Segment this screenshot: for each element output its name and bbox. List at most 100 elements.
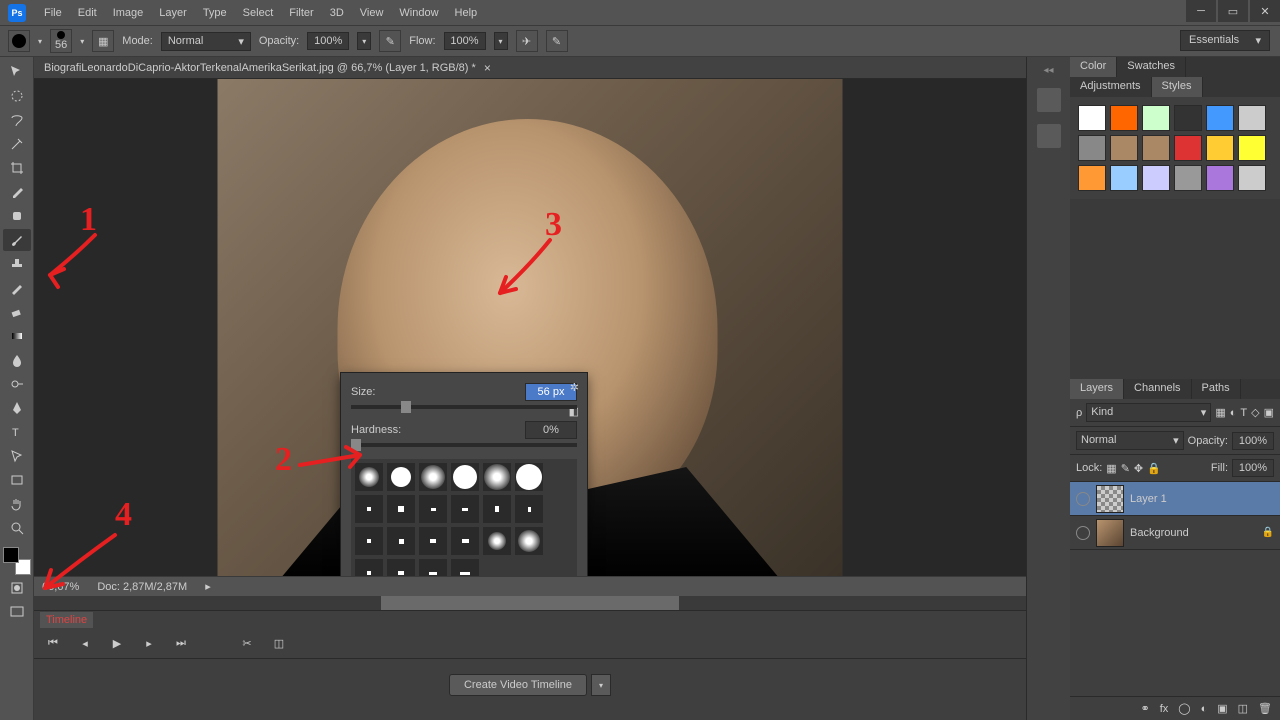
first-frame-button[interactable]: ⏮ — [44, 635, 62, 653]
adjustment-icon[interactable]: ◐ — [1201, 703, 1208, 715]
brush-tool[interactable] — [3, 229, 31, 251]
menu-edit[interactable]: Edit — [70, 3, 105, 23]
swatches-tab[interactable]: Swatches — [1117, 57, 1186, 77]
split-button[interactable]: ✂ — [238, 635, 256, 653]
style-swatch[interactable] — [1078, 135, 1106, 161]
style-swatch[interactable] — [1174, 105, 1202, 131]
filter-adjust-icon[interactable]: ◐ — [1230, 407, 1237, 419]
eraser-tool[interactable] — [3, 301, 31, 323]
gradient-tool[interactable] — [3, 325, 31, 347]
play-button[interactable]: ▶ — [108, 635, 126, 653]
style-swatch[interactable] — [1238, 135, 1266, 161]
menu-filter[interactable]: Filter — [281, 3, 321, 23]
layer-thumbnail[interactable] — [1096, 519, 1124, 547]
tool-preset-picker[interactable] — [8, 30, 30, 52]
healing-tool[interactable] — [3, 205, 31, 227]
next-frame-button[interactable]: ▸ — [140, 635, 158, 653]
brush-panel-toggle[interactable]: ▦ — [92, 30, 114, 52]
style-swatch[interactable] — [1206, 135, 1234, 161]
layers-tab[interactable]: Layers — [1070, 379, 1124, 399]
brush-preset[interactable] — [483, 527, 511, 555]
layer-name[interactable]: Layer 1 — [1130, 493, 1167, 505]
style-swatch[interactable] — [1142, 105, 1170, 131]
status-arrow-icon[interactable]: ▸ — [205, 580, 211, 593]
prev-frame-button[interactable]: ◂ — [76, 635, 94, 653]
close-tab-icon[interactable]: × — [484, 61, 491, 75]
lock-all-icon[interactable]: 🔒 — [1147, 462, 1161, 475]
menu-3d[interactable]: 3D — [322, 3, 352, 23]
brush-preset[interactable]: 25 — [419, 559, 447, 576]
link-layers-icon[interactable]: ⚭ — [1140, 702, 1149, 715]
transition-button[interactable]: ◫ — [270, 635, 288, 653]
style-swatch[interactable] — [1110, 135, 1138, 161]
filter-pixel-icon[interactable]: ▦ — [1215, 406, 1225, 419]
document-tab[interactable]: BiografiLeonardoDiCaprio-AktorTerkenalAm… — [34, 57, 1026, 79]
menu-image[interactable]: Image — [105, 3, 152, 23]
opacity-input[interactable]: 100% — [307, 32, 349, 50]
lasso-tool[interactable] — [3, 109, 31, 131]
brush-preset[interactable] — [451, 463, 479, 491]
mask-icon[interactable]: ◯ — [1178, 702, 1190, 715]
brush-preset[interactable] — [355, 559, 383, 576]
brush-preset[interactable]: 50 — [451, 559, 479, 576]
type-tool[interactable]: T — [3, 421, 31, 443]
screenmode-button[interactable] — [3, 601, 31, 623]
properties-icon[interactable] — [1037, 124, 1061, 148]
brush-preset-picker[interactable]: 56 — [50, 29, 72, 53]
horizontal-scrollbar[interactable] — [34, 596, 1026, 610]
size-slider[interactable] — [351, 405, 577, 409]
create-timeline-button[interactable]: Create Video Timeline — [449, 674, 587, 696]
brush-arrow-icon[interactable]: ▾ — [80, 37, 84, 46]
lock-position-icon[interactable]: ✥ — [1134, 462, 1143, 475]
layer-name[interactable]: Background — [1130, 527, 1189, 539]
style-swatch[interactable] — [1142, 135, 1170, 161]
zoom-level[interactable]: 66,67% — [42, 581, 79, 593]
style-swatch[interactable] — [1206, 165, 1234, 191]
brush-preset[interactable] — [355, 495, 383, 523]
style-swatch[interactable] — [1142, 165, 1170, 191]
path-select-tool[interactable] — [3, 445, 31, 467]
filter-shape-icon[interactable]: ◇ — [1251, 406, 1259, 419]
opacity-arrow[interactable]: ▾ — [357, 32, 371, 50]
layer-row[interactable]: Layer 1 — [1070, 482, 1280, 516]
menu-help[interactable]: Help — [447, 3, 486, 23]
minimize-button[interactable]: ─ — [1186, 0, 1216, 22]
move-tool[interactable] — [3, 61, 31, 83]
layer-filter-select[interactable]: Kind▾ — [1086, 403, 1211, 422]
group-icon[interactable]: ▣ — [1217, 702, 1227, 715]
layer-row[interactable]: Background 🔒 — [1070, 516, 1280, 550]
wand-tool[interactable] — [3, 133, 31, 155]
canvas-viewport[interactable]: ✲ ◧ Size: 56 px Hardness: 0% — [34, 79, 1026, 576]
brush-preset[interactable] — [387, 559, 415, 576]
maximize-button[interactable]: ▭ — [1218, 0, 1248, 22]
fill-input[interactable]: 100% — [1232, 459, 1274, 477]
layer-opacity-input[interactable]: 100% — [1232, 432, 1274, 450]
blur-tool[interactable] — [3, 349, 31, 371]
brush-preset[interactable] — [515, 495, 543, 523]
quickmask-button[interactable] — [3, 577, 31, 599]
style-swatch[interactable] — [1078, 105, 1106, 131]
menu-window[interactable]: Window — [391, 3, 446, 23]
brush-preset[interactable] — [515, 463, 543, 491]
style-swatch[interactable] — [1174, 165, 1202, 191]
style-swatch[interactable] — [1238, 105, 1266, 131]
brush-preset[interactable] — [451, 527, 479, 555]
layer-thumbnail[interactable] — [1096, 485, 1124, 513]
fx-icon[interactable]: fx — [1160, 703, 1169, 715]
adjustments-tab[interactable]: Adjustments — [1070, 77, 1152, 97]
style-swatch[interactable] — [1110, 165, 1138, 191]
popup-settings-icon[interactable]: ✲ — [570, 381, 579, 394]
brush-preset[interactable] — [419, 463, 447, 491]
delete-layer-icon[interactable]: 🗑 — [1258, 702, 1272, 715]
workspace-selector[interactable]: Essentials▾ — [1180, 30, 1270, 51]
hand-tool[interactable] — [3, 493, 31, 515]
crop-tool[interactable] — [3, 157, 31, 179]
pressure-opacity-button[interactable]: ✎ — [379, 30, 401, 52]
blend-mode-select[interactable]: Normal▾ — [161, 32, 251, 51]
style-swatch[interactable] — [1110, 105, 1138, 131]
pressure-size-button[interactable]: ✎ — [546, 30, 568, 52]
brush-preset[interactable] — [483, 463, 511, 491]
style-swatch[interactable] — [1206, 105, 1234, 131]
airbrush-button[interactable]: ✈ — [516, 30, 538, 52]
brush-preset[interactable] — [483, 495, 511, 523]
